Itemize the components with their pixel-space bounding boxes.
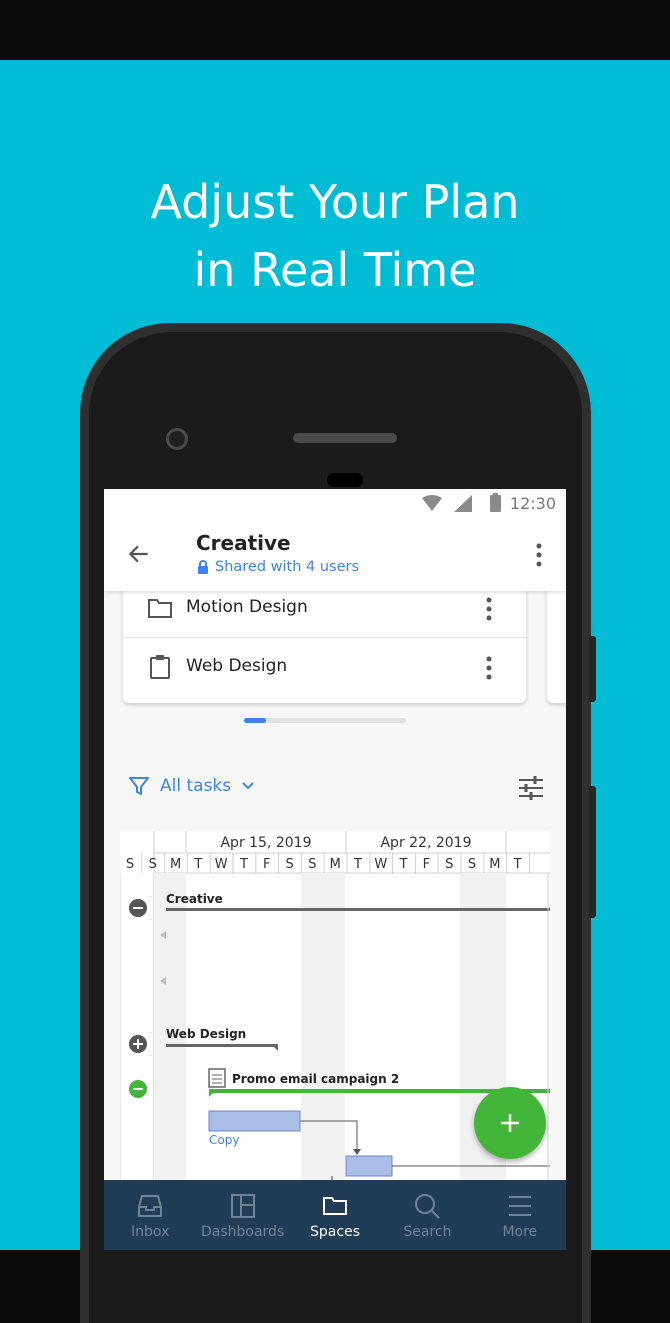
- task-icon: [208, 1068, 226, 1088]
- gantt-row-label: Promo email campaign 2: [232, 1072, 399, 1086]
- day-label: T: [353, 857, 362, 872]
- carousel-indicator-active: [244, 718, 266, 723]
- wifi-icon: [422, 495, 442, 511]
- menu-icon: [508, 1196, 531, 1216]
- day-label: T: [193, 857, 202, 872]
- speaker-grille: [293, 433, 397, 443]
- status-time: 12:30: [509, 494, 556, 513]
- share-status-label: Shared with 4 users: [215, 559, 360, 575]
- day-label: T: [239, 857, 248, 872]
- day-label: F: [423, 857, 430, 872]
- day-label: S: [445, 857, 453, 872]
- power-button: [589, 636, 596, 702]
- view-settings-icon[interactable]: [518, 775, 544, 801]
- day-label: F: [263, 857, 270, 872]
- chevron-down-icon: [242, 782, 254, 790]
- headline-line-2: in Real Time: [193, 243, 477, 297]
- headline-line-1: Adjust Your Plan: [150, 175, 520, 229]
- task-bar[interactable]: [208, 1110, 301, 1132]
- day-label: S: [126, 857, 134, 872]
- day-label: W: [215, 857, 228, 872]
- day-label: S: [468, 857, 476, 872]
- collapse-icon-minus: [133, 907, 143, 909]
- folder-icon: [148, 599, 172, 618]
- item-more-icon[interactable]: [486, 597, 492, 621]
- nav-label: More: [502, 1224, 538, 1240]
- gantt-row-label: Creative: [166, 892, 223, 906]
- phone-screen: 12:30 Creative Shared with 4 users Motio…: [104, 489, 566, 1250]
- day-label: S: [149, 857, 157, 872]
- back-arrow-icon[interactable]: [126, 541, 152, 567]
- clipboard-icon: [150, 655, 170, 679]
- more-vert-icon[interactable]: [536, 543, 542, 567]
- proximity-sensor: [327, 473, 363, 487]
- week-header-bg: [154, 831, 550, 853]
- task-filter[interactable]: All tasks: [128, 775, 255, 797]
- folder-list-card: Motion Design Web Design: [123, 579, 526, 703]
- cell-signal-icon: [454, 495, 472, 512]
- promo-headline: Adjust Your Plan in Real Time: [0, 168, 670, 304]
- week-label: Apr 22, 2019: [380, 835, 471, 851]
- collapse-icon-minus: [133, 1088, 143, 1090]
- plus-icon: [501, 1114, 519, 1132]
- day-label: S: [285, 857, 293, 872]
- nav-dashboards[interactable]: Dashboards: [196, 1180, 288, 1250]
- dependency-arrow: [353, 1149, 361, 1155]
- space-title: Creative: [196, 531, 291, 555]
- summary-bar[interactable]: [166, 908, 550, 911]
- task-bar-label: Copy: [209, 1133, 239, 1147]
- list-item-label: Web Design: [186, 656, 288, 676]
- filter-icon: [129, 777, 149, 795]
- share-status[interactable]: Shared with 4 users: [197, 559, 359, 575]
- nav-label: Spaces: [310, 1224, 360, 1240]
- bottom-navigation: Inbox Dashboards Spaces Search More: [104, 1180, 566, 1250]
- day-label: T: [399, 857, 408, 872]
- nav-label: Search: [403, 1224, 452, 1240]
- volume-button: [589, 786, 596, 918]
- add-task-button[interactable]: [474, 1087, 546, 1159]
- top-black-band: [0, 0, 670, 60]
- expand-icon-v: [137, 1039, 139, 1049]
- next-card-peek[interactable]: [547, 579, 566, 703]
- nav-inbox[interactable]: Inbox: [104, 1180, 196, 1250]
- nav-more[interactable]: More: [474, 1180, 566, 1250]
- dashboards-icon: [230, 1194, 255, 1218]
- lock-icon: [198, 560, 208, 574]
- carousel-indicator-track: [244, 718, 406, 723]
- task-bar[interactable]: [345, 1155, 393, 1177]
- app-bar: Creative Shared with 4 users: [104, 519, 566, 591]
- spaces-icon: [323, 1197, 348, 1215]
- day-label: S: [308, 857, 316, 872]
- item-more-icon[interactable]: [486, 656, 492, 680]
- day-label: T: [513, 857, 522, 872]
- day-label: W: [374, 857, 387, 872]
- day-label: M: [170, 857, 181, 872]
- battery-icon: [490, 493, 501, 512]
- status-bar: 12:30: [104, 489, 566, 519]
- day-label: M: [330, 857, 341, 872]
- filter-label: All tasks: [160, 776, 232, 796]
- search-icon: [415, 1194, 441, 1219]
- day-label: M: [489, 857, 500, 872]
- inbox-icon: [138, 1195, 163, 1217]
- nav-label: Inbox: [131, 1224, 170, 1240]
- nav-search[interactable]: Search: [381, 1180, 473, 1250]
- list-item-label: Motion Design: [186, 597, 308, 617]
- week-label: Apr 15, 2019: [220, 835, 311, 851]
- nav-spaces[interactable]: Spaces: [289, 1180, 381, 1250]
- gantt-row-label: Web Design: [166, 1027, 246, 1041]
- list-item[interactable]: Web Design: [123, 638, 526, 700]
- camera-icon: [166, 428, 188, 450]
- nav-label: Dashboards: [200, 1224, 285, 1240]
